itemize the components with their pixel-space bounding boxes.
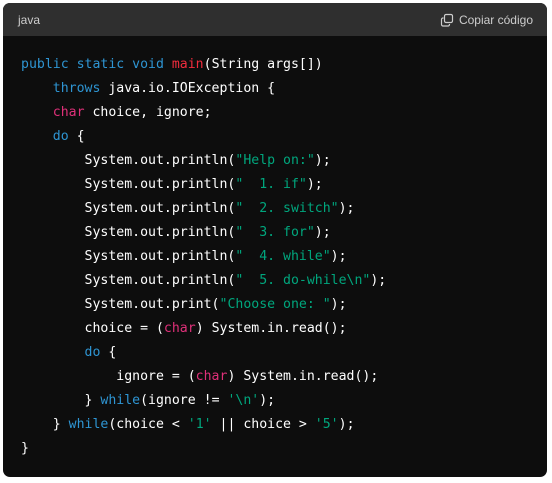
code-token: System.out.println(: [21, 225, 236, 240]
code-block: java Copiar código public static void ma…: [3, 3, 547, 477]
code-token: public static void: [21, 57, 172, 72]
code-token: }: [21, 393, 101, 408]
code-token: );: [306, 177, 323, 192]
code-token: System.out.println(: [21, 201, 236, 216]
copy-code-button[interactable]: Copiar código: [440, 13, 533, 27]
code-token: char: [52, 105, 85, 120]
code-token: );: [330, 249, 347, 264]
code-token: '5': [314, 417, 339, 432]
code-token: }: [21, 441, 29, 456]
code-token: " 1. if": [235, 177, 307, 192]
code-line: System.out.println(" 5. do-while\n");: [21, 269, 547, 293]
code-token: do: [52, 129, 69, 144]
code-token: char: [195, 369, 228, 384]
code-token: ) System.in.read();: [227, 369, 379, 384]
code-token: " 5. do-while\n": [235, 273, 371, 288]
code-token: (ignore !=: [140, 393, 228, 408]
code-token: );: [338, 201, 355, 216]
code-token: );: [338, 417, 355, 432]
code-token: main: [171, 57, 204, 72]
code-token: throws: [52, 81, 101, 96]
code-token: System.out.println(: [21, 177, 236, 192]
code-token: ignore = (: [21, 369, 196, 384]
code-token: || choice >: [211, 417, 315, 432]
code-line: throws java.io.IOException {: [21, 77, 547, 101]
code-line: char choice, ignore;: [21, 101, 547, 125]
code-line: System.out.println(" 3. for");: [21, 221, 547, 245]
code-line: }: [21, 437, 547, 461]
code-content: public static void main(String args[]) t…: [3, 36, 547, 461]
code-block-header: java Copiar código: [3, 3, 547, 36]
code-token: choice = (: [21, 321, 164, 336]
code-token: " 2. switch": [235, 201, 339, 216]
code-line: choice = (char) System.in.read();: [21, 317, 547, 341]
code-line: ignore = (char) System.in.read();: [21, 365, 547, 389]
code-token: (String args[]): [203, 57, 323, 72]
code-line: System.out.println(" 2. switch");: [21, 197, 547, 221]
code-token: System.out.print(: [21, 297, 220, 312]
code-token: System.out.println(: [21, 153, 236, 168]
copy-code-label: Copiar código: [458, 12, 533, 27]
code-line: do {: [21, 341, 547, 365]
code-token: );: [330, 297, 347, 312]
code-line: } while(choice < '1' || choice > '5');: [21, 413, 547, 437]
code-token: "Choose one: ": [219, 297, 331, 312]
code-token: "Help on:": [235, 153, 315, 168]
code-token: );: [314, 225, 331, 240]
code-token: );: [314, 153, 331, 168]
code-token: while: [68, 417, 109, 432]
code-token: );: [370, 273, 387, 288]
code-token: '1': [187, 417, 212, 432]
code-token: choice, ignore;: [84, 105, 212, 120]
code-token: );: [259, 393, 276, 408]
code-line: } while(ignore != '\n');: [21, 389, 547, 413]
code-token: " 4. while": [235, 249, 331, 264]
code-token: }: [21, 417, 69, 432]
language-label: java: [18, 12, 41, 27]
code-token: {: [68, 129, 85, 144]
code-line: public static void main(String args[]): [21, 53, 547, 77]
code-token: '\n': [227, 393, 260, 408]
code-token: char: [163, 321, 196, 336]
code-token: do: [84, 345, 101, 360]
code-token: java.io.IOException {: [100, 81, 276, 96]
code-token: while: [100, 393, 141, 408]
code-token: " 3. for": [235, 225, 315, 240]
code-line: System.out.println(" 4. while");: [21, 245, 547, 269]
code-line: do {: [21, 125, 547, 149]
code-token: (choice <: [108, 417, 188, 432]
code-token: System.out.println(: [21, 249, 236, 264]
code-line: System.out.println("Help on:");: [21, 149, 547, 173]
copy-icon: [440, 13, 454, 27]
code-line: System.out.print("Choose one: ");: [21, 293, 547, 317]
code-token: System.out.println(: [21, 273, 236, 288]
code-token: {: [100, 345, 117, 360]
code-line: System.out.println(" 1. if");: [21, 173, 547, 197]
code-token: ) System.in.read();: [195, 321, 347, 336]
